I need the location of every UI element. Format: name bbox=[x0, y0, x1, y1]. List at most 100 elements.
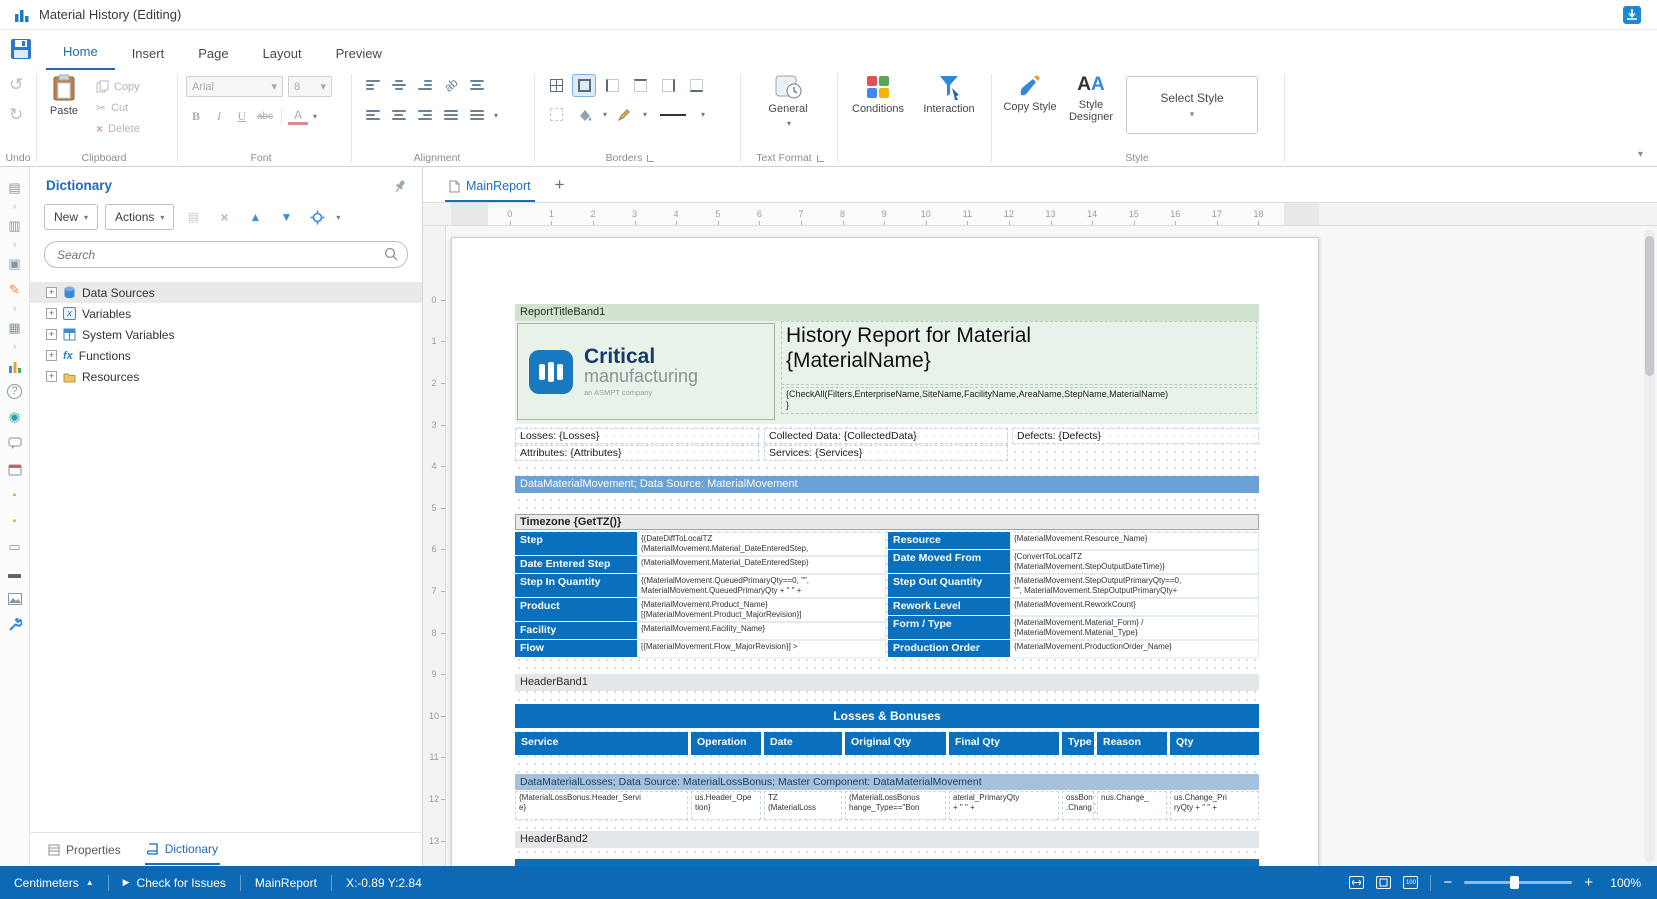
pages-tool-icon[interactable]: ▥ bbox=[0, 213, 30, 239]
row-label-cell[interactable]: Product bbox=[515, 598, 637, 622]
vertical-scrollbar[interactable] bbox=[1644, 230, 1655, 862]
expand-chevron-icon[interactable]: › bbox=[13, 239, 16, 251]
tab-layout[interactable]: Layout bbox=[246, 37, 319, 70]
header-band1[interactable]: HeaderBand1 bbox=[515, 674, 1259, 691]
company-logo[interactable]: Critical manufacturing an ASMPT company bbox=[517, 323, 775, 420]
report-tool-icon[interactable]: ▤ bbox=[0, 175, 30, 201]
select-style-button[interactable]: Select Style ▾ bbox=[1126, 76, 1258, 134]
expand-chevron-icon[interactable]: › bbox=[13, 303, 16, 315]
horizontal-ruler[interactable]: 0123456789101112131415161718 bbox=[423, 203, 1657, 226]
expand-plus-icon[interactable]: + bbox=[46, 350, 57, 361]
row-label-cell[interactable]: Step In Quantity bbox=[515, 574, 637, 598]
tab-mainreport[interactable]: MainReport bbox=[445, 171, 535, 202]
expand-chevron-icon[interactable]: › bbox=[13, 201, 16, 213]
losses-summary-cell[interactable]: Losses: {Losses} bbox=[515, 428, 759, 444]
left-border-button[interactable] bbox=[601, 75, 623, 96]
cut-button[interactable]: ✂ Cut bbox=[96, 97, 140, 118]
shape-orange-tool-icon[interactable]: ▪ bbox=[0, 482, 30, 508]
data-cell[interactable]: us.Header_Ope tion} bbox=[691, 791, 761, 820]
comment-tool-icon[interactable] bbox=[0, 430, 30, 456]
align-top-icon[interactable] bbox=[362, 75, 384, 95]
services-cell[interactable]: Services: {Services} bbox=[764, 445, 1008, 461]
data-movement-band-header[interactable]: DataMaterialMovement; Data Source: Mater… bbox=[515, 476, 1259, 493]
zoom-100-icon[interactable]: 100 bbox=[1403, 876, 1418, 889]
frame-tool-icon[interactable]: ▭ bbox=[0, 534, 30, 560]
text-angle-icon[interactable]: ab bbox=[436, 70, 466, 99]
delete-button[interactable]: × Delete bbox=[96, 118, 140, 139]
interaction-button[interactable]: Interaction bbox=[916, 74, 982, 116]
font-family-select[interactable]: Arial▾ bbox=[186, 76, 283, 97]
column-header-cell[interactable]: Service bbox=[515, 732, 688, 755]
expand-plus-icon[interactable]: + bbox=[46, 287, 57, 298]
align-middle-icon[interactable] bbox=[388, 75, 410, 95]
row-value-cell[interactable]: (MaterialMovement.Material_DateEnteredSt… bbox=[637, 556, 886, 574]
align-center-icon[interactable] bbox=[388, 105, 410, 125]
style-designer-button[interactable]: AA Style Designer bbox=[1062, 74, 1120, 124]
line-spacing-icon[interactable] bbox=[466, 105, 488, 125]
zoom-slider[interactable] bbox=[1464, 881, 1572, 884]
row-label-cell[interactable]: Flow bbox=[515, 640, 637, 658]
row-value-cell[interactable]: {(MaterialMovement.QueuedPrimaryQty==0, … bbox=[637, 574, 886, 598]
redo-icon[interactable]: ↻ bbox=[9, 106, 23, 123]
report-title-band[interactable]: Critical manufacturing an ASMPT company … bbox=[515, 321, 1259, 424]
column-header-cell[interactable]: Original Qty bbox=[845, 732, 946, 755]
dictionary-settings-icon[interactable] bbox=[305, 205, 329, 229]
whole-page-view-icon[interactable] bbox=[1376, 876, 1391, 889]
line-style-button[interactable] bbox=[653, 104, 693, 125]
column-header-cell[interactable]: Qty bbox=[1170, 732, 1259, 755]
bold-button[interactable]: B bbox=[186, 106, 206, 126]
strikethrough-button[interactable]: abc bbox=[255, 106, 275, 126]
row-label-cell[interactable]: Facility bbox=[515, 622, 637, 640]
word-wrap-icon[interactable] bbox=[466, 75, 488, 95]
row-label-cell[interactable]: Step bbox=[515, 532, 637, 556]
page-width-view-icon[interactable] bbox=[1349, 876, 1364, 889]
row-label-cell[interactable]: Date Moved From bbox=[888, 550, 1010, 574]
bottom-border-button[interactable] bbox=[685, 75, 707, 96]
right-border-button[interactable] bbox=[657, 75, 679, 96]
zoom-out-button[interactable]: − bbox=[1443, 878, 1452, 888]
table-row[interactable]: Facility {MaterialMovement.Facility_Name… bbox=[515, 622, 886, 640]
row-value-cell[interactable]: {MaterialMovement.Resource_Name} bbox=[1010, 532, 1259, 550]
design-scroll-area[interactable]: 012345678910111213 ReportTitleBand1 bbox=[423, 226, 1657, 866]
data-cell[interactable]: (MaterialLossBonus hange_Type=="Bon bbox=[845, 791, 946, 820]
table-row[interactable]: Rework Level {MaterialMovement.ReworkCou… bbox=[888, 598, 1259, 616]
copy-button[interactable]: Copy bbox=[96, 76, 140, 97]
italic-button[interactable]: I bbox=[209, 106, 229, 126]
text-format-dialog-launcher-icon[interactable] bbox=[817, 155, 824, 162]
undo-icon[interactable]: ↺ bbox=[9, 76, 23, 93]
data-cell[interactable]: aterial_PrimaryQty + " " + bbox=[949, 791, 1059, 820]
expand-plus-icon[interactable]: + bbox=[46, 329, 57, 340]
expand-plus-icon[interactable]: + bbox=[46, 308, 57, 319]
row-value-cell[interactable]: {MaterialMovement.StepOutputPrimaryQty==… bbox=[1010, 574, 1259, 598]
chart-tool-icon[interactable] bbox=[0, 353, 30, 379]
data-cell[interactable]: nus.Change_ bbox=[1097, 791, 1167, 820]
table-row[interactable]: Form / Type {MaterialMovement.Material_F… bbox=[888, 616, 1259, 640]
row-label-cell[interactable]: Rework Level bbox=[888, 598, 1010, 616]
fill-color-button[interactable] bbox=[573, 104, 595, 125]
row-label-cell[interactable]: Step Out Quantity bbox=[888, 574, 1010, 598]
zoom-in-button[interactable]: + bbox=[1584, 878, 1593, 888]
move-down-icon[interactable]: ▼ bbox=[274, 205, 298, 229]
tree-item-system-variables[interactable]: + System Variables bbox=[30, 324, 422, 345]
table-row[interactable]: Step {(DateDiffToLocalTZ (MaterialMoveme… bbox=[515, 532, 886, 556]
losses-bonuses-title[interactable]: Losses & Bonuses bbox=[515, 704, 1259, 728]
zoom-slider-thumb[interactable] bbox=[1510, 876, 1519, 889]
copy-style-button[interactable]: Copy Style bbox=[1002, 74, 1058, 114]
shape-green-tool-icon[interactable]: ▪ bbox=[0, 508, 30, 534]
expand-plus-icon[interactable]: + bbox=[46, 371, 57, 382]
tab-preview[interactable]: Preview bbox=[319, 37, 399, 70]
row-label-cell[interactable]: Date Entered Step bbox=[515, 556, 637, 574]
row-value-cell[interactable]: {ConvertToLocalTZ {MaterialMovement.Step… bbox=[1010, 550, 1259, 574]
row-value-cell[interactable]: {(DateDiffToLocalTZ (MaterialMovement.Ma… bbox=[637, 532, 886, 556]
tree-item-variables[interactable]: + x Variables bbox=[30, 303, 422, 324]
new-button[interactable]: New▾ bbox=[44, 204, 98, 230]
tree-item-functions[interactable]: + fx Functions bbox=[30, 345, 422, 366]
tree-item-resources[interactable]: + Resources bbox=[30, 366, 422, 387]
table-row[interactable]: Step In Quantity {(MaterialMovement.Queu… bbox=[515, 574, 886, 598]
collapse-ribbon-icon[interactable]: ▾ bbox=[1638, 149, 1643, 160]
edit-item-icon[interactable]: ▤ bbox=[181, 205, 205, 229]
band-tool-icon[interactable]: ▦ bbox=[0, 315, 30, 341]
next-band-strip[interactable] bbox=[515, 859, 1259, 866]
line-color-button[interactable] bbox=[613, 104, 635, 125]
conditions-button[interactable]: Conditions bbox=[846, 74, 910, 116]
